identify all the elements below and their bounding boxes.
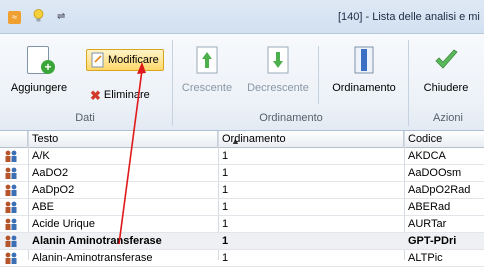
annotation-arrow <box>118 62 146 245</box>
